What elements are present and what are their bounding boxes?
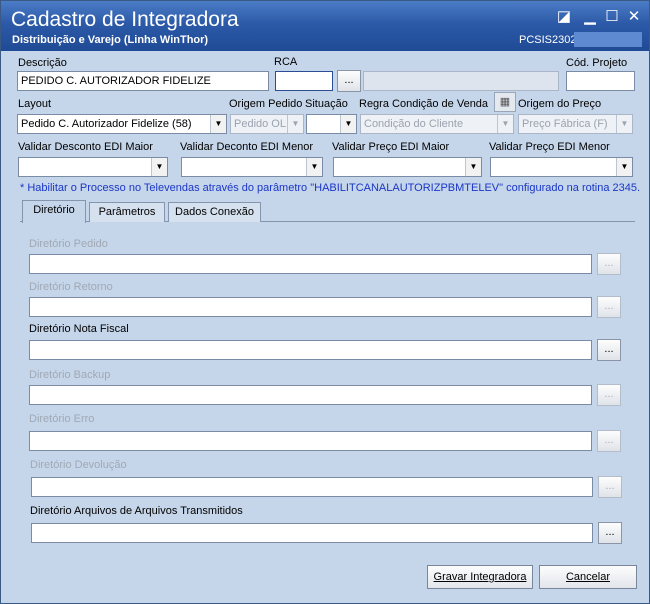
dir-nota-fiscal-browse-button[interactable]: ... <box>597 339 621 361</box>
edit-icon[interactable]: ◪ <box>556 9 572 25</box>
dir-retorno-input[interactable] <box>29 297 592 317</box>
cod-projeto-input[interactable] <box>566 71 635 91</box>
maximize-icon[interactable]: ☐ <box>604 9 620 25</box>
rca-input[interactable] <box>275 71 333 91</box>
validar-preco-maior-label: Validar Preço EDI Maior <box>332 141 450 153</box>
dir-transmitidos-label: Diretório Arquivos de Arquivos Transmiti… <box>30 505 243 517</box>
origem-preco-label: Origem do Preço <box>518 98 602 110</box>
descricao-input[interactable]: PEDIDO C. AUTORIZADOR FIDELIZE <box>17 71 269 91</box>
dir-devolucao-input[interactable] <box>31 477 593 497</box>
dir-backup-label: Diretório Backup <box>29 369 111 381</box>
situacao-select[interactable]: ▼ <box>306 114 357 134</box>
validar-preco-menor-label: Validar Preço EDI Menor <box>489 141 610 153</box>
dir-retorno-label: Diretório Retorno <box>29 281 113 293</box>
layout-label: Layout <box>18 98 52 110</box>
cancel-button[interactable]: Cancelar <box>539 565 637 589</box>
chevron-down-icon: ▼ <box>306 158 322 176</box>
regra-condicao-label: Regra Condição de Venda <box>359 98 489 110</box>
chevron-down-icon: ▼ <box>151 158 167 176</box>
dir-devolucao-browse-button[interactable]: ... <box>598 476 622 498</box>
chevron-down-icon: ▼ <box>616 115 632 133</box>
rca-name-display <box>363 71 559 91</box>
window: Cadastro de Integradora Distribuição e V… <box>0 0 650 604</box>
title-bar: Cadastro de Integradora Distribuição e V… <box>1 1 649 51</box>
layout-value: Pedido C. Autorizador Fidelize (58) <box>21 118 192 130</box>
validar-desc-maior-label: Validar Desconto EDI Maior <box>18 141 153 153</box>
situacao-label: Situação <box>305 98 348 110</box>
layout-select[interactable]: Pedido C. Autorizador Fidelize (58) ▼ <box>17 114 227 134</box>
tab-strip: Diretório Parâmetros Dados Conexão <box>20 200 635 223</box>
dir-nota-fiscal-input[interactable] <box>29 340 592 360</box>
regra-condicao-select: Condição do Cliente ▼ <box>360 114 514 134</box>
minimize-icon[interactable]: ▁ <box>582 9 598 25</box>
dir-pedido-browse-button[interactable]: ... <box>597 253 621 275</box>
form-body: Descrição PEDIDO C. AUTORIZADOR FIDELIZE… <box>6 51 644 599</box>
validar-desc-menor-label: Validar Deconto EDI Menor <box>180 141 314 153</box>
save-button-label: Gravar Integradora <box>433 571 527 583</box>
rca-search-button[interactable]: ... <box>337 70 361 92</box>
save-button[interactable]: Gravar Integradora <box>427 565 533 589</box>
regra-condicao-value: Condição do Cliente <box>364 118 464 130</box>
dir-erro-input[interactable] <box>29 431 592 451</box>
validar-preco-maior-select[interactable]: ▼ <box>333 157 482 177</box>
origem-preco-select: Preço Fábrica (F) ▼ <box>518 114 633 134</box>
origem-pedido-value: Pedido OL <box>234 118 286 130</box>
origem-pedido-select: Pedido OL ▼ <box>230 114 304 134</box>
routine-code: PCSIS2302 <box>519 34 577 46</box>
chevron-down-icon: ▼ <box>465 158 481 176</box>
chevron-down-icon: ▼ <box>287 115 303 133</box>
dir-nota-fiscal-label: Diretório Nota Fiscal <box>29 323 129 335</box>
dir-pedido-label: Diretório Pedido <box>29 238 108 250</box>
cancel-button-label: Cancelar <box>565 571 611 583</box>
window-title: Cadastro de Integradora <box>11 8 239 31</box>
chevron-down-icon: ▼ <box>340 115 356 133</box>
dir-pedido-input[interactable] <box>29 254 592 274</box>
dir-erro-label: Diretório Erro <box>29 413 95 425</box>
dir-transmitidos-input[interactable] <box>31 523 593 543</box>
rca-label: RCA <box>274 56 298 68</box>
tab-diretorio[interactable]: Diretório <box>22 200 86 223</box>
cod-projeto-label: Cód. Projeto <box>566 57 628 69</box>
chevron-down-icon: ▼ <box>210 115 226 133</box>
dir-erro-browse-button[interactable]: ... <box>597 430 621 452</box>
window-subtitle: Distribuição e Varejo (Linha WinThor) <box>12 34 209 46</box>
origem-preco-value: Preço Fábrica (F) <box>522 118 608 130</box>
hint-text: * Habilitar o Processo no Televendas atr… <box>20 182 641 194</box>
chevron-down-icon: ▼ <box>616 158 632 176</box>
descricao-label: Descrição <box>18 57 67 69</box>
origem-pedido-label: Origem Pedido <box>229 98 303 110</box>
calculator-icon[interactable]: ▦ <box>494 92 516 112</box>
tab-dados-conexao[interactable]: Dados Conexão <box>168 202 261 222</box>
dir-transmitidos-browse-button[interactable]: ... <box>598 522 622 544</box>
dir-backup-input[interactable] <box>29 385 592 405</box>
routine-code-box <box>574 32 642 47</box>
dir-backup-browse-button[interactable]: ... <box>597 384 621 406</box>
validar-desc-maior-select[interactable]: ▼ <box>18 157 168 177</box>
dir-devolucao-label: Diretório Devolução <box>30 459 127 471</box>
validar-desc-menor-select[interactable]: ▼ <box>181 157 323 177</box>
dir-retorno-browse-button[interactable]: ... <box>597 296 621 318</box>
close-icon[interactable]: ✕ <box>626 9 642 25</box>
validar-preco-menor-select[interactable]: ▼ <box>490 157 633 177</box>
tab-parametros[interactable]: Parâmetros <box>89 202 165 222</box>
chevron-down-icon: ▼ <box>497 115 513 133</box>
